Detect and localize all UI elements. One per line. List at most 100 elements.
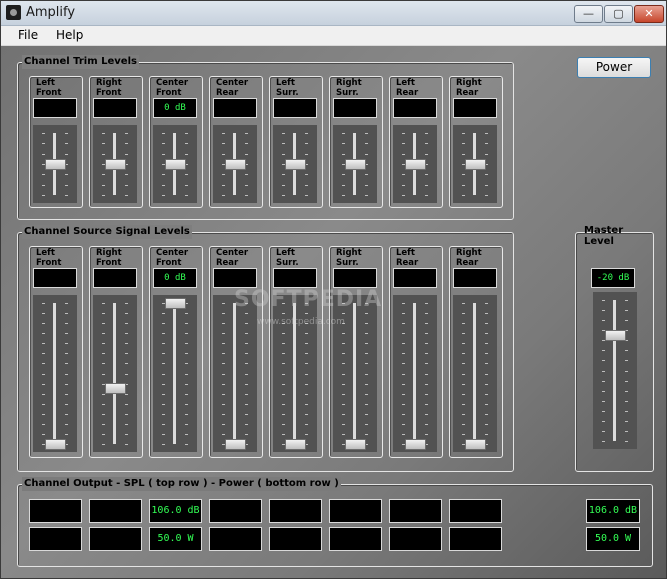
trim-left-surr-readout: [273, 98, 317, 118]
menu-help[interactable]: Help: [56, 28, 83, 42]
source-right-rear-slider-thumb[interactable]: [465, 439, 486, 450]
source-right-front-slider[interactable]: [93, 295, 137, 452]
source-left-front-readout: [33, 268, 77, 288]
source-left-front-slider[interactable]: [33, 295, 77, 452]
slider-tick: [425, 195, 428, 196]
trim-right-surr-slider[interactable]: [333, 125, 377, 203]
slider-tick: [185, 195, 188, 196]
slider-tick: [305, 433, 308, 435]
slider-tick: [625, 400, 628, 402]
slider-tick: [305, 343, 308, 345]
slider-tick: [602, 320, 605, 322]
slider-tick: [342, 153, 345, 155]
trim-center-rear-slider-thumb[interactable]: [225, 159, 246, 170]
trim-center-front-slider[interactable]: [153, 125, 197, 203]
slider-tick: [365, 383, 368, 385]
trim-right-rear-slider-thumb[interactable]: [465, 159, 486, 170]
slider-tick: [402, 403, 405, 405]
trim-left-rear-slider[interactable]: [393, 125, 437, 203]
trim-right-surr-strip: Right Surr.: [329, 76, 383, 208]
source-right-rear-readout: [453, 268, 497, 288]
slider-tick: [185, 333, 188, 335]
slider-tick: [365, 393, 368, 395]
title-bar[interactable]: Amplify — ▢ ✕: [1, 1, 666, 26]
slider-tick: [42, 433, 45, 435]
slider-tick: [305, 383, 308, 385]
master-level-slider[interactable]: [593, 292, 637, 449]
source-center-front-slider-thumb[interactable]: [165, 298, 186, 309]
slider-tick: [125, 363, 128, 365]
source-center-rear-slider-thumb[interactable]: [225, 439, 246, 450]
slider-tick: [245, 363, 248, 365]
slider-tick: [625, 320, 628, 322]
trim-right-front-slider-thumb[interactable]: [105, 159, 126, 170]
slider-tick: [462, 343, 465, 345]
source-right-rear-slider[interactable]: [453, 295, 497, 452]
slider-tick: [42, 423, 45, 425]
slider-tick: [65, 423, 68, 425]
slider-tick: [65, 184, 68, 186]
source-right-surr-label: Right Surr.: [336, 248, 362, 268]
slider-tick: [365, 174, 368, 176]
slider-tick: [462, 195, 465, 196]
source-left-rear-slider-thumb[interactable]: [405, 439, 426, 450]
power-button[interactable]: Power: [577, 57, 651, 78]
slider-tick: [162, 403, 165, 405]
minimize-button[interactable]: —: [574, 5, 603, 23]
source-left-front-slider-thumb[interactable]: [45, 439, 66, 450]
trim-right-rear-slider[interactable]: [453, 125, 497, 203]
source-right-rear-strip: Right Rear: [449, 246, 503, 458]
slider-tick: [102, 353, 105, 355]
slider-tick: [125, 184, 128, 186]
output-power-cell: [29, 527, 82, 551]
watermark-url: www.softpedia.com: [257, 317, 345, 327]
slider-tick: [342, 383, 345, 385]
source-center-front-strip: Center Front 0 dB: [149, 246, 203, 458]
menu-file[interactable]: File: [18, 28, 38, 42]
source-right-surr-slider-thumb[interactable]: [345, 439, 366, 450]
slider-tick: [42, 383, 45, 385]
source-center-rear-slider[interactable]: [213, 295, 257, 452]
slider-tick: [125, 423, 128, 425]
close-button[interactable]: ✕: [634, 5, 664, 23]
slider-tick: [462, 174, 465, 176]
app-window: Amplify — ▢ ✕ File Help Channel Trim Lev…: [0, 0, 667, 579]
source-left-rear-slider[interactable]: [393, 295, 437, 452]
master-level-slider-thumb[interactable]: [605, 330, 626, 342]
slider-tick: [125, 153, 128, 155]
source-left-front-strip: Left Front: [29, 246, 83, 458]
trim-center-rear-slider[interactable]: [213, 125, 257, 203]
trim-left-rear-slider-thumb[interactable]: [405, 159, 426, 170]
trim-left-front-slider[interactable]: [33, 125, 77, 203]
trim-right-surr-readout: [333, 98, 377, 118]
trim-left-front-slider-thumb[interactable]: [45, 159, 66, 170]
output-spl-cell: [29, 499, 82, 523]
slider-tick: [185, 423, 188, 425]
slider-tick: [602, 441, 605, 442]
slider-tick: [42, 343, 45, 345]
trim-right-surr-slider-thumb[interactable]: [345, 159, 366, 170]
source-right-rear-label: Right Rear: [456, 248, 482, 268]
output-spl-cell: [209, 499, 262, 523]
maximize-button[interactable]: ▢: [604, 5, 633, 23]
slider-tick: [102, 153, 105, 155]
slider-tick: [102, 393, 105, 395]
trim-right-front-slider[interactable]: [93, 125, 137, 203]
trim-left-surr-slider-thumb[interactable]: [285, 159, 306, 170]
trim-center-front-slider-thumb[interactable]: [165, 159, 186, 170]
source-left-surr-slider-thumb[interactable]: [285, 439, 306, 450]
slider-tick: [365, 403, 368, 405]
slider-tick: [485, 433, 488, 435]
slider-tick: [342, 393, 345, 395]
source-center-front-slider[interactable]: [153, 295, 197, 452]
source-right-front-slider-track: [113, 303, 116, 444]
slider-tick: [65, 313, 68, 315]
slider-tick: [625, 441, 628, 442]
trim-left-surr-slider[interactable]: [273, 125, 317, 203]
slider-tick: [42, 333, 45, 335]
trim-right-rear-strip: Right Rear: [449, 76, 503, 208]
slider-tick: [222, 174, 225, 176]
output-power-cell: [449, 527, 502, 551]
source-right-front-slider-thumb[interactable]: [105, 382, 126, 394]
slider-tick: [162, 353, 165, 355]
